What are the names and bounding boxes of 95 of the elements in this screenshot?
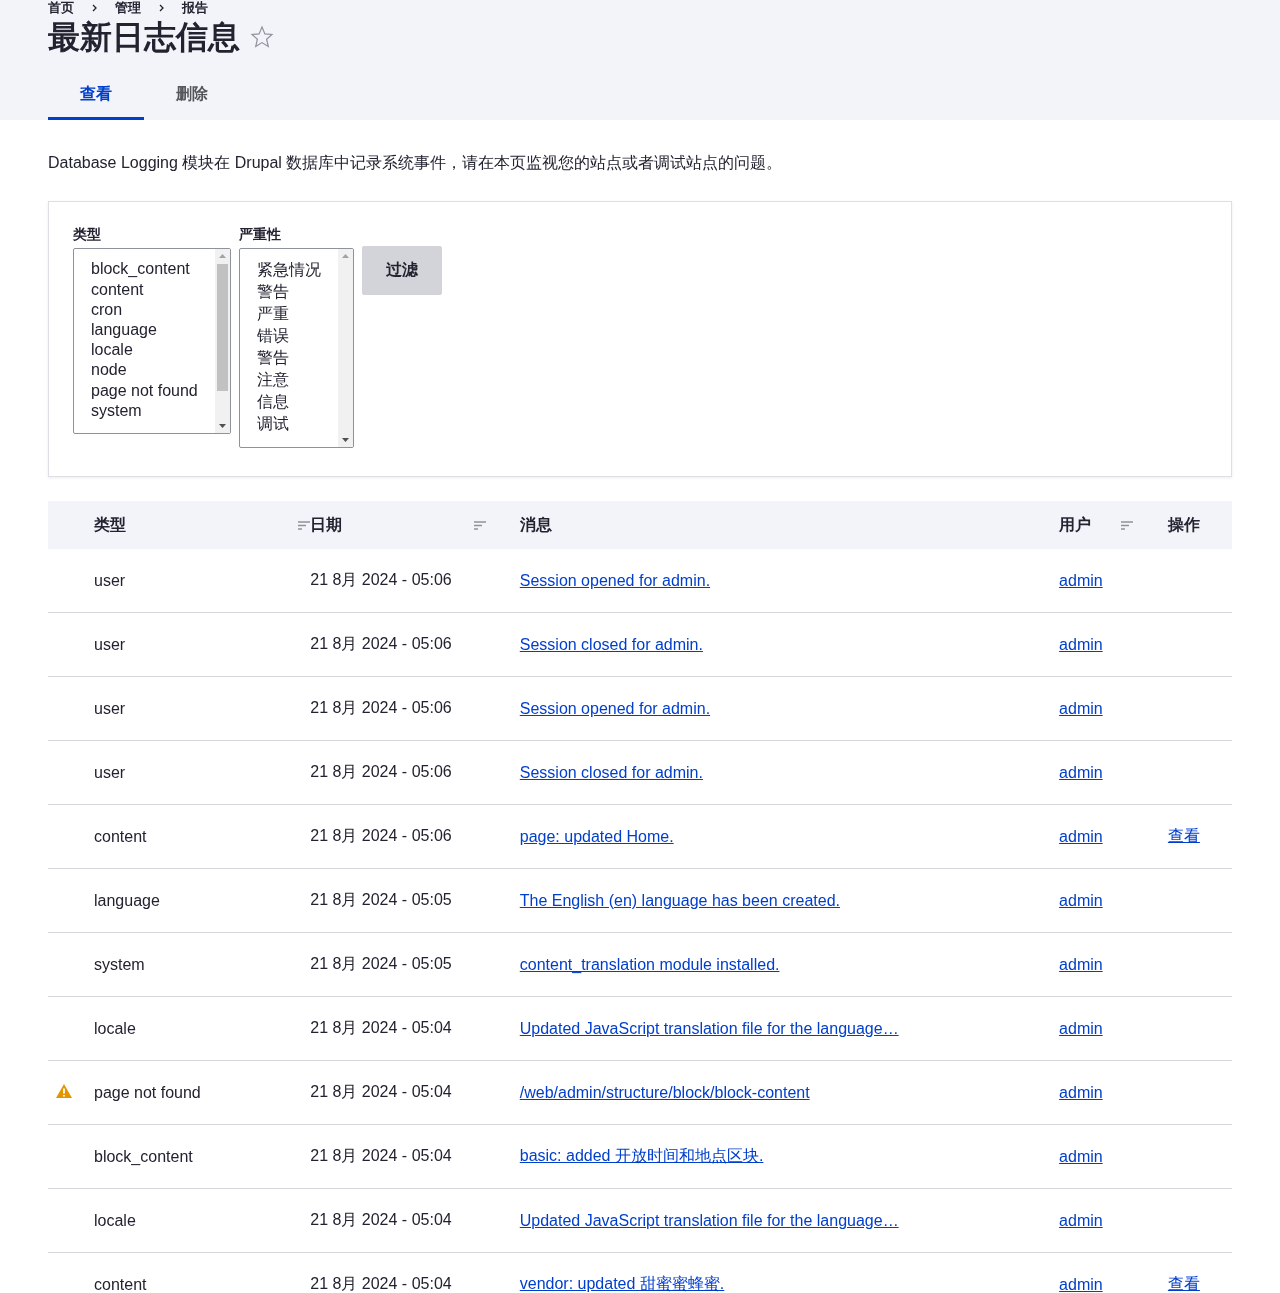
user-link[interactable]: admin <box>1059 827 1103 845</box>
user-link[interactable]: admin <box>1059 891 1103 909</box>
table-cell: 21 8月 2024 - 05:04 <box>310 1211 452 1229</box>
table-cell: 21 8月 2024 - 05:04 <box>310 1019 452 1037</box>
table-cell: user <box>94 699 126 717</box>
table-cell: content <box>94 827 147 845</box>
list-option[interactable]: 紧急情况 <box>257 259 338 282</box>
list-option[interactable]: 警告 <box>257 347 338 370</box>
list-option[interactable]: page not found <box>91 380 215 401</box>
user-link[interactable]: admin <box>1059 635 1103 653</box>
message-link[interactable]: Updated JavaScript translation file for the language… <box>519 1019 899 1037</box>
severity-listbox[interactable]: 紧急情况 警告 严重 错误 警告 注意 信息 调试 <box>239 248 354 449</box>
table-cell: 21 8月 2024 - 05:06 <box>310 699 452 717</box>
message-link[interactable]: /web/admin/structure/block/block-content <box>519 1083 810 1101</box>
list-option[interactable]: 错误 <box>257 325 338 348</box>
table-cell: locale <box>94 1211 136 1229</box>
table-cell: 21 8月 2024 - 05:05 <box>310 955 452 973</box>
table-cell: 21 8月 2024 - 05:06 <box>310 763 452 781</box>
sort-icon[interactable] <box>1120 520 1133 530</box>
warning-icon <box>56 1083 72 1098</box>
table-cell: 21 8月 2024 - 05:04 <box>310 1083 452 1101</box>
user-link[interactable]: admin <box>1059 1019 1103 1037</box>
scroll-up-icon[interactable] <box>219 254 226 259</box>
list-option[interactable]: locale <box>91 340 215 361</box>
message-link[interactable]: page: updated Home. <box>519 827 674 845</box>
breadcrumb-link[interactable]: 管理 <box>115 0 141 17</box>
tab[interactable]: 查看 <box>48 74 144 121</box>
scroll-down-icon[interactable] <box>219 424 226 429</box>
list-option[interactable]: 严重 <box>257 303 338 326</box>
table-cell: 21 8月 2024 - 05:06 <box>310 571 452 589</box>
user-link[interactable]: admin <box>1059 699 1103 717</box>
table-cell: user <box>94 635 126 653</box>
table-cell: locale <box>94 1019 136 1037</box>
table-cell: 21 8月 2024 - 05:05 <box>310 891 452 909</box>
page-title: 最新日志信息 <box>48 18 240 57</box>
user-link[interactable]: admin <box>1059 955 1103 973</box>
message-link[interactable]: Session opened for admin. <box>519 571 711 589</box>
table-cell: 21 8月 2024 - 05:06 <box>310 635 452 653</box>
list-option[interactable]: node <box>91 360 215 381</box>
user-link[interactable]: admin <box>1059 1211 1103 1229</box>
chevron-icon <box>159 4 164 12</box>
message-link[interactable]: vendor: updated 甜蜜蜜蜂蜜. <box>519 1275 725 1293</box>
chevron-icon <box>92 4 97 12</box>
list-option[interactable]: 信息 <box>257 391 338 414</box>
table-cell: 21 8月 2024 - 05:04 <box>310 1275 452 1293</box>
breadcrumb-link[interactable]: 报告 <box>182 0 208 17</box>
breadcrumb-link[interactable]: 首页 <box>48 0 74 17</box>
scroll-up-icon[interactable] <box>342 254 349 259</box>
field-label: 类型 <box>73 226 102 245</box>
table-cell: user <box>94 763 126 781</box>
table-cell: 21 8月 2024 - 05:06 <box>310 827 452 845</box>
message-link[interactable]: Session opened for admin. <box>519 699 711 717</box>
field-label: 严重性 <box>239 226 282 245</box>
view-link[interactable]: 查看 <box>1167 1275 1200 1293</box>
column-header: 操作 <box>1167 514 1200 535</box>
column-header: 消息 <box>519 514 552 535</box>
column-header: 类型 <box>94 514 126 535</box>
list-option[interactable]: content <box>91 279 215 300</box>
description-text: Database Logging 模块在 Drupal 数据库中记录系统事件，请在本页监视您的站点或者调试站点的问题。 <box>48 153 784 174</box>
list-option[interactable]: cron <box>91 299 215 320</box>
table-cell: user <box>94 571 126 589</box>
message-link[interactable]: Session closed for admin. <box>519 763 703 781</box>
user-link[interactable]: admin <box>1059 1147 1103 1165</box>
list-option[interactable]: block_content <box>91 259 215 280</box>
message-link[interactable]: basic: added 开放时间和地点区块. <box>519 1147 764 1165</box>
table-cell: system <box>94 955 145 973</box>
view-link[interactable]: 查看 <box>1167 827 1200 845</box>
user-link[interactable]: admin <box>1059 763 1103 781</box>
table-cell: language <box>94 891 160 909</box>
user-link[interactable]: admin <box>1059 1083 1103 1101</box>
list-option[interactable]: language <box>91 320 215 341</box>
table-cell: 21 8月 2024 - 05:04 <box>310 1147 452 1165</box>
column-header: 用户 <box>1059 514 1092 535</box>
sort-icon[interactable] <box>298 520 311 530</box>
tab[interactable]: 删除 <box>144 74 240 121</box>
table-cell: page not found <box>94 1083 201 1101</box>
star-icon[interactable] <box>250 25 274 50</box>
scrollbar-thumb[interactable] <box>217 264 228 392</box>
list-option[interactable]: 调试 <box>257 413 338 436</box>
table-cell: content <box>94 1275 147 1293</box>
user-link[interactable]: admin <box>1059 1275 1103 1293</box>
type-listbox[interactable]: block_content content cron language locale node page not found system <box>73 248 231 435</box>
message-link[interactable]: Updated JavaScript translation file for the language… <box>519 1211 899 1229</box>
scroll-down-icon[interactable] <box>342 438 349 443</box>
filter-button[interactable]: 过滤 <box>362 246 442 296</box>
user-link[interactable]: admin <box>1059 571 1103 589</box>
column-header: 日期 <box>310 514 343 535</box>
table-cell: block_content <box>94 1147 193 1165</box>
list-option[interactable]: 警告 <box>257 281 338 304</box>
list-option[interactable]: system <box>91 400 215 421</box>
list-option[interactable]: 注意 <box>257 369 338 392</box>
message-link[interactable]: The English (en) language has been created. <box>519 891 840 909</box>
sort-icon[interactable] <box>473 520 486 530</box>
message-link[interactable]: Session closed for admin. <box>519 635 703 653</box>
message-link[interactable]: content_translation module installed. <box>519 955 780 973</box>
